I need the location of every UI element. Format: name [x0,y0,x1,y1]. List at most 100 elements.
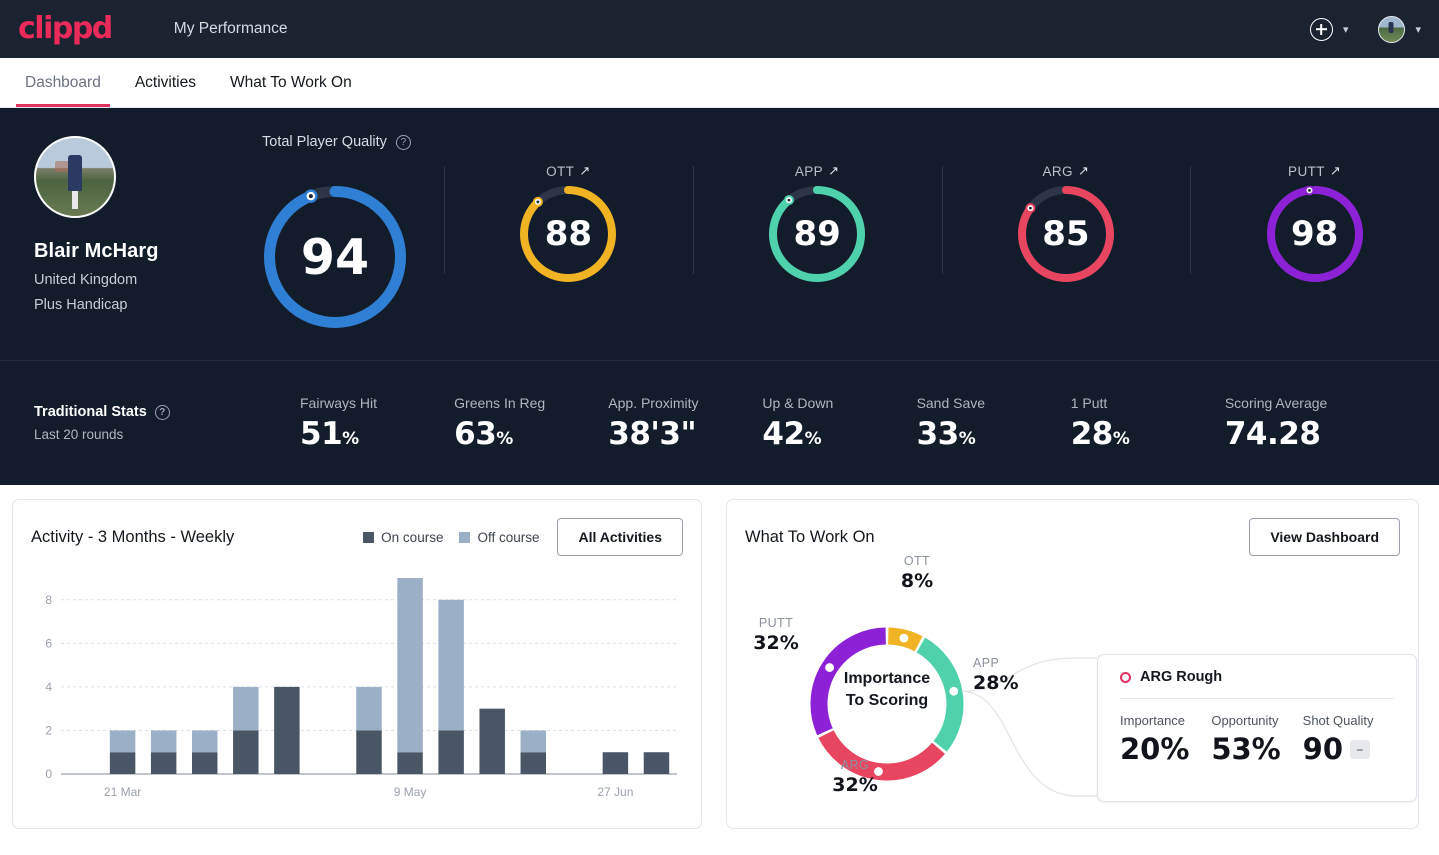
bar-off-course[interactable] [233,686,259,731]
bar-on-course[interactable] [192,752,218,774]
donut-label-app-key: APP [973,656,1000,670]
all-activities-button[interactable]: All Activities [557,518,683,556]
gauge-title-text: OTT [546,163,575,179]
chevron-down-icon-add[interactable]: ▾ [1343,23,1349,36]
question-mark-icon-tpq[interactable]: ? [395,134,411,150]
donut-label-putt: PUTT 32% [743,616,809,654]
view-dashboard-button[interactable]: View Dashboard [1249,518,1400,556]
activity-card: Activity - 3 Months - Weekly On course O… [12,499,702,829]
stat-unit: % [1112,428,1130,449]
gauge-ring: 88 [520,186,617,282]
gauge-row: 94 OTT ↗ 88 APP ↗ 89 ARG ↗ 85 PUTT ↗ 98 [226,156,1439,328]
tab-dashboard[interactable]: Dashboard [8,58,118,107]
player-avatar [34,136,116,218]
stat-up-down: Up & Down 42% [762,395,916,452]
plus-circle-icon[interactable] [1309,17,1333,41]
x-axis-tick: 27 Jun [597,785,633,799]
top-bar-actions: ▾ ▾ [1309,15,1421,43]
stat-label: Sand Save [916,394,986,411]
bar-on-course[interactable] [602,752,629,774]
bar-on-course[interactable] [109,752,136,774]
legend-swatch-off-course [459,531,471,543]
metric-opportunity-value: 53% [1211,732,1281,766]
donut-center-label: Importance To Scoring [807,668,967,711]
question-mark-icon-traditional[interactable]: ? [154,404,170,420]
gauge-ring: 98 [1266,185,1363,282]
what-to-work-on-card: What To Work On View Dashboard Importanc… [726,499,1419,829]
page-title: My Performance [173,20,288,37]
donut-marker-ott [897,631,911,645]
chevron-down-icon-profile[interactable]: ▾ [1415,23,1421,36]
legend-swatch-on-course [363,531,375,543]
wtwo-card-header: What To Work On View Dashboard [745,518,1400,556]
bar-off-course[interactable] [356,686,382,731]
player-country: United Kingdom [34,272,138,288]
metric-opportunity-label: Opportunity [1211,713,1279,728]
bar-on-course[interactable] [479,708,505,774]
gauge-title-text: ARG [1042,163,1073,179]
avatar[interactable] [1378,15,1406,43]
detail-card[interactable]: ARG Rough Importance 20% Opportunity 53%… [1097,654,1417,802]
bar-on-course[interactable] [233,730,259,774]
detail-card-metrics: Importance 20% Opportunity 53% Shot Qual… [1120,713,1394,766]
stat-value: 28% [1070,415,1130,452]
bar-on-course[interactable] [438,730,464,774]
activity-bar-chart[interactable]: 0 2 4 6 8 21 Mar 9 May 27 Jun [31,570,683,825]
gauge-total-player-quality[interactable]: 94 [226,156,444,328]
tpq-header: Total Player Quality ? [262,134,1439,150]
bar-on-course[interactable] [274,686,300,774]
bar-off-course[interactable] [438,599,464,731]
bar-off-course[interactable] [520,730,546,753]
x-axis-tick: 9 May [394,785,427,799]
clippd-logo[interactable]: clippd [18,14,113,44]
traditional-stats: Traditional Stats ? Last 20 rounds Fairw… [0,360,1439,485]
metric-shot-quality-value: 90 – [1303,732,1394,766]
gauge-app[interactable]: APP ↗ 89 [692,156,942,282]
gauge-ott[interactable]: OTT ↗ 88 [444,156,693,282]
trend-up-icon: ↗ [1077,163,1090,178]
stat-label: Scoring Average [1224,394,1328,411]
tab-activities[interactable]: Activities [118,58,213,107]
y-axis-tick: 8 [45,593,52,607]
tab-what-to-work-on[interactable]: What To Work On [213,58,369,107]
donut-label-arg-key: ARG [840,758,870,772]
stat-value: 33% [916,415,976,452]
metric-shot-quality-label: Shot Quality [1302,713,1374,728]
top-bar: clippd My Performance ▾ ▾ [0,0,1439,58]
stat-label: App. Proximity [608,394,699,411]
stat-fairways-hit: Fairways Hit 51% [300,395,454,452]
wtwo-body: Importance To Scoring OTT 8% APP 28% ARG… [743,554,1417,836]
metric-shot-quality-number: 90 [1302,732,1344,766]
stat-sand-save: Sand Save 33% [917,395,1071,452]
traditional-stats-title-text: Traditional Stats [34,404,147,420]
activity-card-title: Activity - 3 Months - Weekly [31,527,235,546]
gauge-arg[interactable]: ARG ↗ 85 [941,156,1191,282]
trend-up-icon: ↗ [828,163,840,178]
metric-shot-quality: Shot Quality 90 – [1303,713,1394,766]
stats-row: Fairways Hit 51% Greens In Reg 63% App. Prox… [300,395,1439,452]
bar-on-course[interactable] [150,752,177,774]
metric-opportunity: Opportunity 53% [1211,713,1302,766]
bar-on-course[interactable] [643,752,670,774]
y-axis-tick: 6 [45,636,52,650]
gauge-putt[interactable]: PUTT ↗ 98 [1190,156,1439,282]
bar-off-course[interactable] [109,730,136,753]
stat-value: 74.28 [1224,415,1321,452]
bar-on-course[interactable] [356,730,382,774]
metric-importance-value: 20% [1120,732,1190,766]
player-handicap: Plus Handicap [34,297,128,313]
gauge-title: APP ↗ [795,162,840,180]
trend-up-icon: ↗ [1329,163,1342,178]
bar-chart-svg: 0 2 4 6 8 21 Mar 9 May 27 Jun [45,578,677,799]
connector-line [961,690,1097,797]
trend-up-icon: ↗ [579,163,591,178]
legend-item-off-course: Off course [459,530,539,545]
bar-on-course[interactable] [397,752,423,774]
metric-shot-quality-badge: – [1350,739,1370,759]
bar-off-course[interactable] [192,730,218,753]
bar-on-course[interactable] [520,752,546,774]
donut-label-app: APP 28% [973,656,1041,694]
bar-off-course[interactable] [397,578,423,753]
bar-off-course[interactable] [150,730,177,753]
stat-label: 1 Putt [1070,394,1108,411]
